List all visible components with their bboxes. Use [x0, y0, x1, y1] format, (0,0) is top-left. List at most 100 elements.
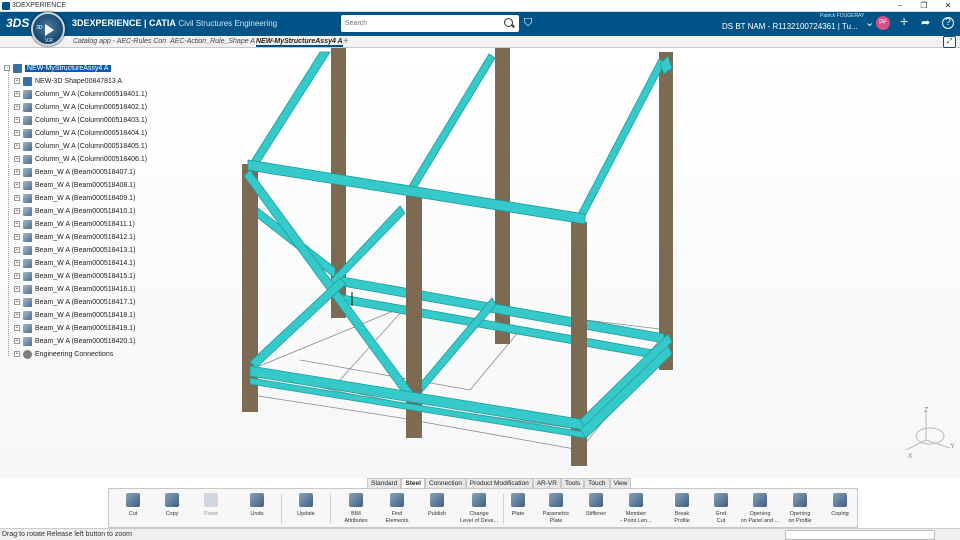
ribbon-tab-touch[interactable]: Touch — [584, 478, 610, 488]
tab-action-rule[interactable]: AEC-Action_Rule_Shape A — [170, 38, 255, 45]
tree-item[interactable]: + Beam_W A (Beam000518415.1) — [14, 270, 135, 282]
tree-item-label[interactable]: Beam_W A (Beam000518408.1) — [35, 182, 135, 189]
tree-item-label[interactable]: Beam_W A (Beam000518413.1) — [35, 247, 135, 254]
chevron-down-icon[interactable]: ⌄ — [865, 17, 874, 29]
find-button[interactable]: Find Elements — [375, 493, 419, 524]
compass-widget[interactable]: 3D V.R — [31, 12, 65, 46]
member-button[interactable]: Member - Point Len... — [614, 493, 658, 524]
share-icon[interactable]: ➦ — [921, 17, 930, 29]
publish-button[interactable]: Publish — [415, 493, 459, 518]
tree-item-label[interactable]: Beam_W A (Beam000518415.1) — [35, 273, 135, 280]
tree-item-label[interactable]: NEW-3D Shape00847813 A — [35, 78, 122, 85]
expand-icon[interactable]: + — [14, 260, 20, 266]
tree-item[interactable]: + Beam_W A (Beam000518414.1) — [14, 257, 135, 269]
tree-item-label[interactable]: Beam_W A (Beam000518414.1) — [35, 260, 135, 267]
tree-item[interactable]: + Beam_W A (Beam000518417.1) — [14, 296, 135, 308]
tree-item-label[interactable]: Column_W A (Column000518406.1) — [35, 156, 147, 163]
tree-item[interactable]: + Beam_W A (Beam000518418.1) — [14, 309, 135, 321]
expand-icon[interactable]: + — [14, 325, 20, 331]
tree-item[interactable]: + Column_W A (Column000518401.1) — [14, 88, 147, 100]
expand-icon[interactable]: + — [14, 221, 20, 227]
tab-structure-assy[interactable]: NEW-MyStructureAssy4 A — [256, 38, 343, 47]
break-button[interactable]: Break Profile — [660, 493, 704, 524]
beam[interactable] — [405, 53, 496, 196]
search-icon[interactable] — [504, 18, 513, 27]
tree-item-label[interactable]: Beam_W A (Beam000518419.1) — [35, 325, 135, 332]
tree-item[interactable]: + Column_W A (Column000518404.1) — [14, 127, 147, 139]
tree-item-label[interactable]: Beam_W A (Beam000518410.1) — [35, 208, 135, 215]
restore-icon[interactable]: ❐ — [912, 0, 936, 12]
ribbon-tab-tools[interactable]: Tools — [560, 478, 585, 488]
search-input[interactable] — [341, 15, 519, 32]
tree-item-label[interactable]: Column_W A (Column000518404.1) — [35, 130, 147, 137]
tree-item[interactable]: + Beam_W A (Beam000518411.1) — [14, 218, 135, 230]
tree-item[interactable]: + Column_W A (Column000518405.1) — [14, 140, 147, 152]
tag-icon[interactable]: ⛉ — [524, 17, 532, 30]
tree-root[interactable]: − NEW-MyStructureAssy4 A — [4, 62, 111, 74]
tree-item[interactable]: + Beam_W A (Beam000518416.1) — [14, 283, 135, 295]
plus-icon[interactable]: + — [900, 14, 908, 28]
view-axis-compass[interactable]: Z Y X — [898, 404, 954, 460]
column[interactable] — [659, 52, 673, 370]
expand-icon[interactable]: + — [14, 78, 20, 84]
coping-button[interactable]: Coping — [818, 493, 862, 518]
tab-catalog[interactable]: Catalog app - AEC-Rules Con — [73, 38, 166, 45]
beam[interactable] — [249, 277, 347, 369]
tree-item[interactable]: + Column_W A (Column000518402.1) — [14, 101, 147, 113]
expand-icon[interactable]: + — [14, 104, 20, 110]
end-button[interactable]: End Cut — [699, 493, 743, 524]
update-button[interactable]: Update — [284, 493, 328, 518]
tree-item[interactable]: + Engineering Connections — [14, 348, 113, 360]
tree-item[interactable]: + Beam_W A (Beam000518413.1) — [14, 244, 135, 256]
expand-icon[interactable]: + — [14, 130, 20, 136]
tree-item[interactable]: + NEW-3D Shape00847813 A — [14, 75, 122, 87]
stiffener-button[interactable]: Stiffener — [574, 493, 618, 518]
change-button[interactable]: Change Level of Deve... — [457, 493, 501, 524]
expand-icon[interactable]: + — [14, 156, 20, 162]
tree-root-label[interactable]: NEW-MyStructureAssy4 A — [25, 64, 111, 72]
tree-item-label[interactable]: Beam_W A (Beam000518420.1) — [35, 338, 135, 345]
ds-logo-icon[interactable]: 3DS — [6, 16, 29, 30]
collaborative-space-selector[interactable]: DS BT NAM - R1132100724361 | Tu... — [722, 22, 858, 31]
tree-item-label[interactable]: Column_W A (Column000518403.1) — [35, 117, 147, 124]
opening-button[interactable]: Opening on Profile — [778, 493, 822, 524]
expand-icon[interactable]: + — [14, 208, 20, 214]
tree-item-label[interactable]: Beam_W A (Beam000518418.1) — [35, 312, 135, 319]
expand-icon[interactable]: + — [14, 182, 20, 188]
tree-item[interactable]: + Beam_W A (Beam000518409.1) — [14, 192, 135, 204]
expand-icon[interactable]: + — [14, 299, 20, 305]
tree-item-label[interactable]: Column_W A (Column000518401.1) — [35, 91, 147, 98]
ribbon-tab-view[interactable]: View — [609, 478, 632, 488]
undo-button[interactable]: Undo — [235, 493, 279, 518]
expand-icon[interactable]: + — [14, 195, 20, 201]
ribbon-tab-steel[interactable]: Steel — [401, 478, 425, 488]
help-icon[interactable]: ? — [942, 17, 954, 29]
ribbon-tab-ar-vr[interactable]: AR-VR — [532, 478, 561, 488]
beam[interactable] — [249, 51, 331, 169]
expand-icon[interactable]: + — [14, 234, 20, 240]
opening-button[interactable]: Opening on Panel and ... — [738, 493, 782, 524]
add-tab-icon[interactable]: + — [343, 36, 349, 47]
tree-item-label[interactable]: Column_W A (Column000518405.1) — [35, 143, 147, 150]
ribbon-tab-connection[interactable]: Connection — [424, 478, 466, 488]
copy-button[interactable]: Copy — [150, 493, 194, 518]
expand-icon[interactable]: + — [14, 286, 20, 292]
expand-icon[interactable]: + — [14, 338, 20, 344]
tree-item[interactable]: + Beam_W A (Beam000518410.1) — [14, 205, 135, 217]
tree-item[interactable]: + Beam_W A (Beam000518419.1) — [14, 322, 135, 334]
tree-item[interactable]: + Beam_W A (Beam000518408.1) — [14, 179, 135, 191]
expand-icon[interactable]: + — [14, 143, 20, 149]
tree-item[interactable]: + Beam_W A (Beam000518420.1) — [14, 335, 135, 347]
tree-item[interactable]: + Beam_W A (Beam000518407.1) — [14, 166, 135, 178]
tree-item-label[interactable]: Beam_W A (Beam000518411.1) — [35, 221, 135, 228]
tree-item-label[interactable]: Beam_W A (Beam000518407.1) — [35, 169, 135, 176]
tree-item-label[interactable]: Beam_W A (Beam000518409.1) — [35, 195, 135, 202]
beam[interactable] — [576, 58, 666, 221]
paste-button[interactable]: Paste — [189, 493, 233, 518]
expand-icon[interactable]: + — [14, 117, 20, 123]
bim-button[interactable]: BIM Attributes — [334, 493, 378, 524]
expand-icon[interactable]: + — [14, 351, 20, 357]
tree-item-label[interactable]: Beam_W A (Beam000518417.1) — [35, 299, 135, 306]
ribbon-tab-product-modification[interactable]: Product Modification — [465, 478, 533, 488]
expand-icon[interactable]: + — [14, 169, 20, 175]
